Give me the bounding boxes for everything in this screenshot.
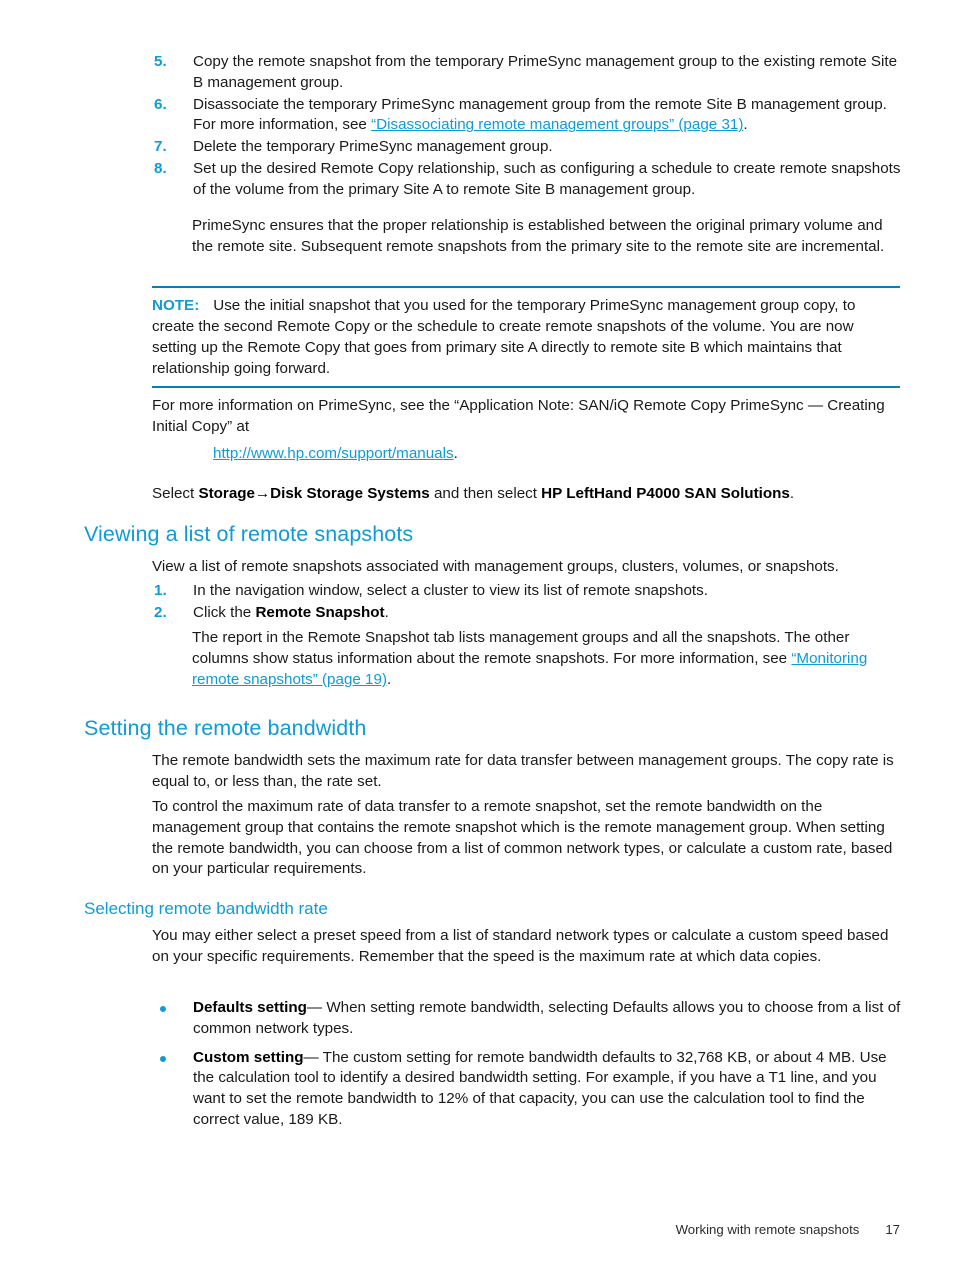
text-fragment: .	[387, 670, 392, 688]
option-name: Defaults setting	[193, 999, 307, 1016]
url-suffix: .	[453, 445, 458, 462]
viewing-intro-paragraph: View a list of remote snapshots associat…	[152, 558, 839, 575]
list-item: 7. Delete the temporary PrimeSync manage…	[152, 137, 902, 158]
list-item-text: Copy the remote snapshot from the tempor…	[193, 53, 898, 91]
note-body: NOTE: Use the initial snapshot that you u…	[152, 288, 900, 386]
selecting-paragraph-1: You may either select a preset speed fro…	[152, 927, 889, 965]
product-name: HP LeftHand P4000 SAN Solutions	[541, 485, 790, 502]
text-fragment: .	[384, 603, 389, 621]
support-manuals-url[interactable]: http://www.hp.com/support/manuals	[213, 445, 454, 462]
list-item-text: Disassociate the temporary PrimeSync man…	[193, 96, 887, 134]
note-text: Use the initial snapshot that you used f…	[152, 297, 856, 377]
note-bottom-rule	[152, 386, 900, 388]
list-item: 5. Copy the remote snapshot from the tem…	[152, 52, 902, 94]
list-item-text: Defaults setting— When setting remote ba…	[193, 999, 900, 1037]
text-fragment: .	[789, 485, 795, 502]
list-item-text: Custom setting— The custom setting for r…	[193, 1049, 887, 1128]
list-marker: 1.	[154, 582, 167, 599]
text-fragment: and then select	[429, 485, 542, 502]
text-fragment: Click the	[193, 603, 256, 621]
viewing-report-paragraph: The report in the Remote Snapshot tab li…	[192, 628, 904, 690]
footer-chapter-title: Working with remote snapshots	[675, 1222, 860, 1237]
list-item: Custom setting— The custom setting for r…	[152, 1048, 902, 1131]
list-item-text: Click the Remote Snapshot.	[193, 604, 389, 621]
bandwidth-options-list: Defaults setting— When setting remote ba…	[152, 998, 902, 1139]
document-page: 5. Copy the remote snapshot from the tem…	[0, 0, 954, 1271]
viewing-step-list: 1. In the navigation window, select a cl…	[152, 581, 902, 625]
cross-reference-link[interactable]: “Disassociating remote management groups…	[371, 116, 743, 133]
procedure-step-list: 5. Copy the remote snapshot from the tem…	[152, 52, 902, 202]
bullet-dot-icon	[160, 1055, 166, 1062]
list-item: 8. Set up the desired Remote Copy relati…	[152, 159, 902, 201]
page-footer: Working with remote snapshots 17	[0, 1222, 954, 1237]
setting-paragraph-1: The remote bandwidth sets the maximum ra…	[152, 752, 894, 790]
text-fragment: .	[743, 116, 748, 134]
subsection-heading-selecting-bandwidth-rate: Selecting remote bandwidth rate	[84, 899, 328, 918]
select-menu-path-line: Select Storage→Disk Storage Systems and …	[152, 484, 904, 505]
ui-tab-name: Remote Snapshot	[255, 603, 385, 621]
menu-path-storage: Storage→Disk Storage Systems	[198, 485, 430, 502]
primesync-continuation-paragraph: PrimeSync ensures that the proper relati…	[192, 217, 885, 255]
section-heading-setting-remote-bandwidth: Setting the remote bandwidth	[84, 716, 367, 740]
list-marker: 6.	[154, 95, 167, 113]
more-information-paragraph: For more information on PrimeSync, see t…	[152, 397, 885, 435]
list-item: 1. In the navigation window, select a cl…	[152, 581, 902, 602]
url-line: http://www.hp.com/support/manuals.	[213, 444, 903, 465]
section-heading-viewing-remote-snapshots: Viewing a list of remote snapshots	[84, 522, 414, 546]
list-item: 2. Click the Remote Snapshot.	[152, 603, 902, 624]
list-item-text: In the navigation window, select a clust…	[193, 582, 708, 599]
text-fragment: The report in the Remote Snapshot tab li…	[192, 629, 850, 667]
footer-page-number: 17	[885, 1222, 900, 1237]
setting-paragraph-2: To control the maximum rate of data tran…	[152, 798, 893, 878]
note-admonition: NOTE: Use the initial snapshot that you u…	[152, 286, 900, 388]
note-label: NOTE:	[152, 297, 200, 314]
option-name: Custom setting	[193, 1048, 304, 1066]
list-item-text: Set up the desired Remote Copy relations…	[193, 159, 901, 198]
bullet-dot-icon	[160, 1006, 166, 1012]
list-marker: 7.	[154, 138, 167, 156]
list-marker: 5.	[154, 53, 167, 70]
list-item: Defaults setting— When setting remote ba…	[152, 998, 902, 1040]
list-item: 6. Disassociate the temporary PrimeSync …	[152, 95, 902, 137]
list-marker: 8.	[154, 159, 167, 177]
text-fragment: Select	[152, 485, 199, 502]
list-marker: 2.	[154, 603, 167, 621]
list-item-text: Delete the temporary PrimeSync managemen…	[193, 138, 553, 156]
